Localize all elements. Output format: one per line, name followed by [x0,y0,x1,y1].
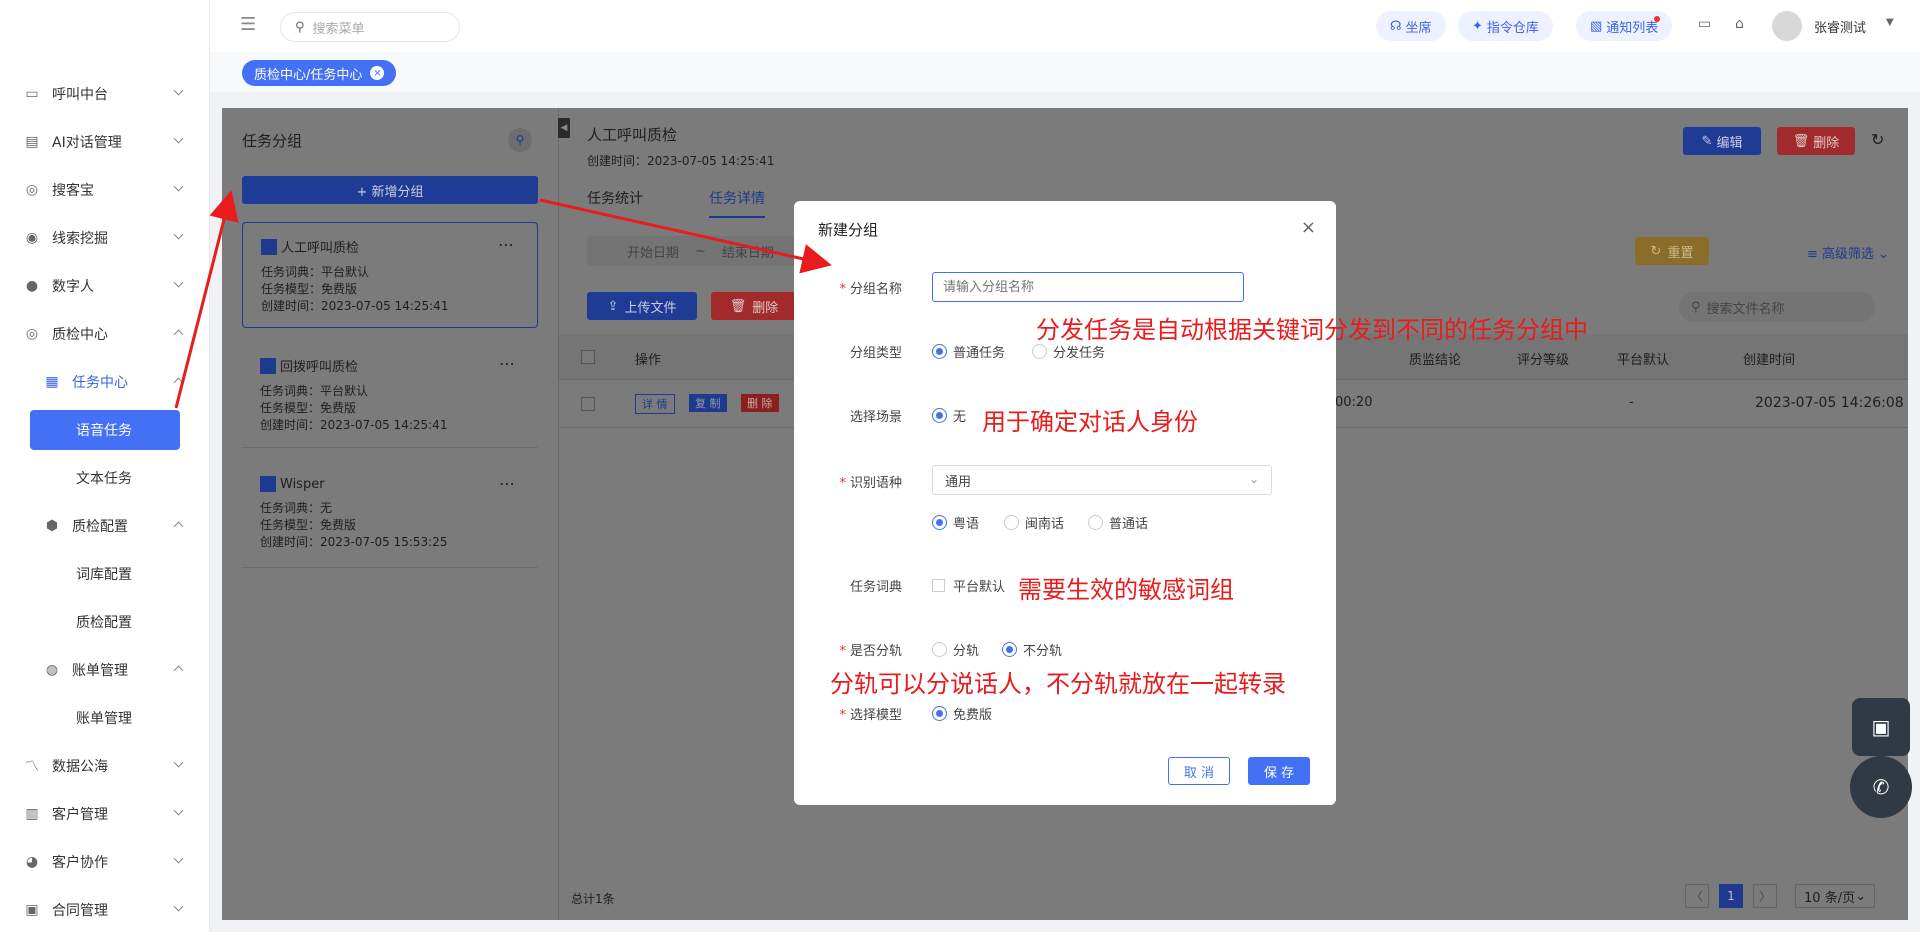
annotation-arrows [174,190,832,409]
phone-float-button[interactable]: ✆ [1850,756,1912,818]
chat-float-button[interactable]: ▣ [1852,698,1910,756]
arrow-to-add-group [174,190,239,409]
phone-icon: ✆ [1872,775,1890,799]
arrow-to-group-name [539,198,832,274]
chat-icon: ▣ [1871,715,1891,739]
